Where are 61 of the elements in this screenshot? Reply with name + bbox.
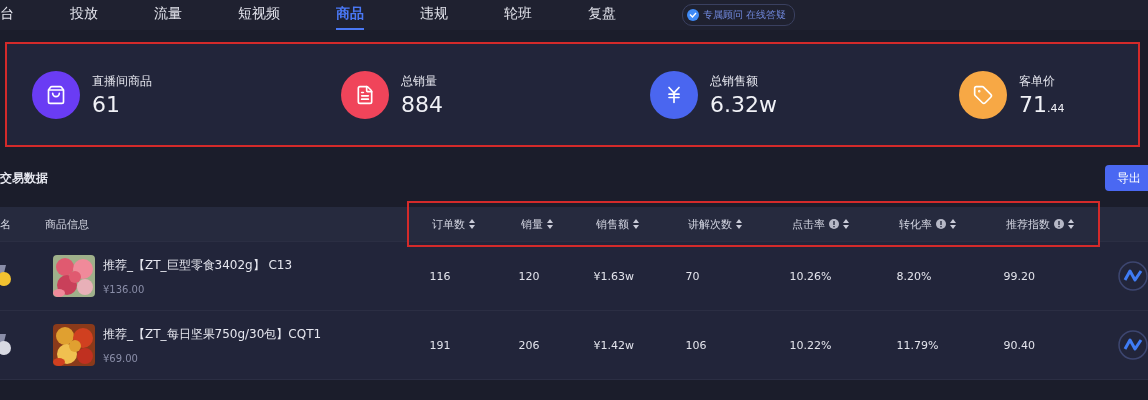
- sort-icon[interactable]: [843, 219, 849, 229]
- column-header: 商品信息: [45, 216, 89, 232]
- table-cell-text: 10.26%: [789, 269, 833, 283]
- sort-icon[interactable]: [547, 219, 553, 229]
- sort-icon[interactable]: [633, 219, 639, 229]
- table-cell-text: 191: [429, 338, 452, 352]
- product-name[interactable]: 推荐_【ZT_每日坚果750g/30包】CQT1: [102, 326, 322, 343]
- stat-label: 总销量: [401, 72, 438, 90]
- table-cell-text: 116: [429, 269, 452, 283]
- sort-icon[interactable]: [469, 219, 475, 229]
- product-price: ¥136.00: [102, 284, 146, 295]
- section-title: 交易数据: [0, 169, 48, 187]
- stat-value: 6.32w: [710, 91, 777, 117]
- column-header[interactable]: 讲解次数: [688, 216, 732, 232]
- column-header[interactable]: 点击率: [792, 216, 825, 232]
- column-header[interactable]: 销售额: [596, 216, 629, 232]
- product-name[interactable]: 推荐_【ZT_巨型零食3402g】 C13: [102, 257, 293, 274]
- bag-icon: [46, 84, 66, 105]
- nav-tab[interactable]: 商品: [336, 0, 364, 30]
- product-price: ¥69.00: [102, 353, 139, 364]
- table-cell-text: 106: [685, 338, 708, 352]
- info-icon: [936, 219, 946, 229]
- column-header[interactable]: 订单数: [432, 216, 465, 232]
- export-button[interactable]: 导出: [1105, 165, 1148, 191]
- table-cell-text: ¥1.42w: [593, 338, 636, 352]
- sort-icon[interactable]: [736, 219, 742, 229]
- table-cell-text: 70: [685, 269, 701, 283]
- nav-tab[interactable]: 复盘: [588, 0, 616, 30]
- table-cell-text: 10.22%: [789, 338, 833, 352]
- table-cell-text: 206: [518, 338, 541, 352]
- stat-label: 总销售额: [710, 72, 759, 90]
- document-icon: [355, 84, 375, 105]
- price-tag-icon: [973, 84, 993, 105]
- stat-value: 71.44: [1019, 91, 1065, 117]
- column-header[interactable]: 销量: [521, 216, 543, 232]
- table-cell-text: 11.79%: [896, 338, 940, 352]
- table-cell-text: ¥1.63w: [593, 269, 636, 283]
- nav-tab[interactable]: 轮班: [504, 0, 532, 30]
- nav-tab[interactable]: 台: [0, 0, 14, 30]
- sort-icon[interactable]: [1068, 219, 1074, 229]
- table-cell-text: 120: [518, 269, 541, 283]
- stat-value: 61: [92, 91, 121, 117]
- nav-tab[interactable]: 违规: [420, 0, 448, 30]
- trend-chart-icon[interactable]: [1118, 330, 1148, 360]
- stat-label: 客单价: [1019, 72, 1056, 90]
- table-cell-text: 99.20: [1003, 269, 1037, 283]
- table-cell-text: 90.40: [1003, 338, 1037, 352]
- nav-tab[interactable]: 短视频: [238, 0, 280, 30]
- table-cell-text: 8.20%: [896, 269, 933, 283]
- trend-chart-icon[interactable]: [1118, 261, 1148, 291]
- stat-value: 884: [401, 91, 443, 117]
- column-header[interactable]: 推荐指数: [1006, 216, 1050, 232]
- sort-icon[interactable]: [950, 219, 956, 229]
- stat-label: 直播间商品: [92, 72, 152, 90]
- info-icon: [1054, 219, 1064, 229]
- info-icon: [829, 219, 839, 229]
- nav-tab[interactable]: 投放: [70, 0, 98, 30]
- nav-tab[interactable]: 流量: [154, 0, 182, 30]
- advisor-badge[interactable]: 专属顾问 在线答疑: [682, 4, 796, 26]
- column-header: 名: [0, 216, 11, 232]
- column-header[interactable]: 转化率: [899, 216, 932, 232]
